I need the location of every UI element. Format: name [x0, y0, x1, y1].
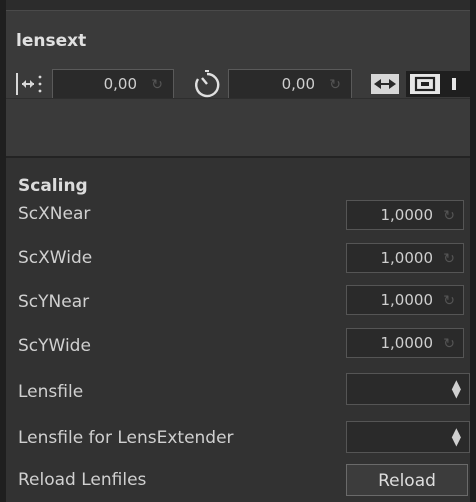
reset-icon[interactable]: ↻	[443, 336, 455, 352]
timer-icon	[192, 69, 222, 99]
reset-icon[interactable]: ↻	[443, 293, 455, 309]
reset-icon[interactable]: ↻	[151, 77, 163, 93]
reset-icon[interactable]: ↻	[443, 251, 455, 267]
header-separator	[6, 98, 470, 99]
select-arrows-icon: ▲ ▼	[451, 377, 461, 400]
lensfile-select[interactable]: ▲ ▼	[346, 373, 470, 405]
lensfile-label: Lensfile	[18, 382, 84, 402]
toggle-icon	[452, 78, 456, 90]
scynear-input[interactable]: 1,0000 ↻	[346, 285, 464, 315]
scywide-input[interactable]: 1,0000 ↻	[346, 328, 464, 358]
scaling-section: Scaling ScXNear 1,0000 ↻ ScXWide 1,0000 …	[6, 158, 470, 502]
lensfile-extender-select[interactable]: ▲ ▼	[346, 421, 470, 453]
panel-title: lensext	[16, 31, 87, 51]
scywide-label: ScYWide	[18, 336, 91, 356]
scynear-value: 1,0000	[380, 291, 434, 309]
header-blank-area	[6, 100, 470, 156]
delay-value: 0,00	[281, 75, 315, 93]
scynear-label: ScYNear	[18, 292, 90, 312]
right-border	[470, 0, 476, 502]
camera-toggle[interactable]	[406, 71, 470, 97]
scaling-title: Scaling	[18, 176, 88, 196]
scxwide-value: 1,0000	[380, 249, 434, 267]
select-arrows-icon: ▲ ▼	[451, 425, 461, 448]
lensext-panel: lensext 0,00 ↻ 0,00 ↻ Scaling ScXNear 1,…	[0, 0, 476, 502]
delay-input[interactable]: 0,00 ↻	[228, 69, 352, 99]
horizontal-offset-icon	[14, 71, 48, 97]
lensfile-extender-label: Lensfile for LensExtender	[18, 428, 234, 448]
scxwide-input[interactable]: 1,0000 ↻	[346, 243, 464, 273]
scxnear-value: 1,0000	[380, 206, 434, 224]
control-row: 0,00 ↻ 0,00 ↻	[6, 65, 470, 101]
scxwide-label: ScXWide	[18, 248, 93, 268]
reset-icon[interactable]: ↻	[443, 208, 455, 224]
offset-value: 0,00	[103, 75, 137, 93]
reload-label: Reload Lenfiles	[18, 470, 147, 490]
reset-icon[interactable]: ↻	[329, 77, 341, 93]
reload-button[interactable]: Reload	[346, 464, 468, 496]
scxnear-label: ScXNear	[18, 204, 91, 224]
scywide-value: 1,0000	[380, 334, 434, 352]
scxnear-input[interactable]: 1,0000 ↻	[346, 200, 464, 230]
swap-arrows-icon[interactable]	[370, 73, 400, 95]
offset-input[interactable]: 0,00 ↻	[52, 69, 174, 99]
camera-icon	[410, 74, 440, 94]
